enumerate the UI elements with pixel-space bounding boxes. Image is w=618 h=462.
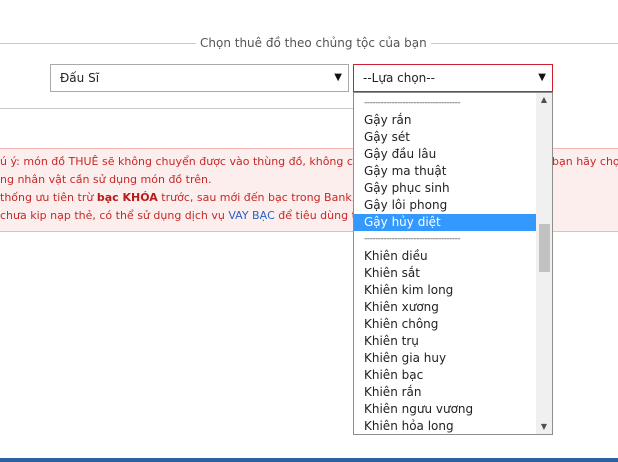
dropdown-option[interactable]: Khiên trụ bbox=[354, 333, 537, 350]
dropdown-option[interactable]: Gậy lôi phong bbox=[354, 197, 537, 214]
notice-line-1: ú ý: món đồ THUÊ sẽ không chuyển được và… bbox=[0, 154, 367, 170]
notice-line-4: chưa kip nạp thẻ, có thể sử dụng dịch vụ… bbox=[0, 208, 360, 224]
dropdown-option[interactable]: Gậy hủy diệt bbox=[354, 214, 537, 231]
notice-bold-text: bạc KHÓA bbox=[96, 191, 158, 204]
dropdown-option[interactable]: Khiên ngưu vương bbox=[354, 401, 537, 418]
dropdown-scrollbar[interactable]: ▲ ▼ bbox=[536, 93, 552, 434]
dropdown-option[interactable]: Gậy rắn bbox=[354, 112, 537, 129]
vay-bac-link[interactable]: VAY BẠC bbox=[228, 209, 274, 222]
triangle-up-icon[interactable]: ▲ bbox=[536, 93, 552, 107]
dropdown-divider: ----------------------------------- bbox=[364, 98, 461, 108]
dropdown-option[interactable]: Khiên xương bbox=[354, 299, 537, 316]
dropdown-option[interactable]: Khiên gia huy bbox=[354, 350, 537, 367]
item-select[interactable]: --Lựa chọn-- ▼ bbox=[353, 64, 553, 92]
dropdown-divider: ----------------------------------- bbox=[364, 234, 461, 244]
race-select-value: Đấu Sĩ bbox=[60, 71, 100, 85]
race-select[interactable]: Đấu Sĩ ▼ bbox=[50, 64, 349, 92]
dropdown-option[interactable]: Khiên bạc bbox=[354, 367, 537, 384]
dropdown-option[interactable]: Gậy đầu lâu bbox=[354, 146, 537, 163]
dropdown-option[interactable]: Khiên hỏa long bbox=[354, 418, 537, 434]
divider bbox=[0, 108, 360, 109]
notice-text: trước, sau mới đến bạc trong Bank. bbox=[157, 191, 356, 204]
scrollbar-thumb[interactable] bbox=[539, 224, 550, 272]
notice-text: thống ưu tiên trừ bbox=[0, 191, 97, 204]
fieldset-legend: Chọn thuê đồ theo chủng tộc của bạn bbox=[196, 36, 431, 50]
triangle-down-icon: ▼ bbox=[538, 72, 546, 83]
dropdown-option[interactable]: Gậy sét bbox=[354, 129, 537, 146]
dropdown-option[interactable]: Khiên chông bbox=[354, 316, 537, 333]
triangle-down-icon[interactable]: ▼ bbox=[536, 420, 552, 434]
notice-text: để tiêu dùng tr bbox=[274, 209, 361, 222]
dropdown-option[interactable]: Gậy ma thuật bbox=[354, 163, 537, 180]
notice-line-2: ng nhân vật cần sử dụng món đồ trên. bbox=[0, 173, 212, 186]
dropdown-option[interactable]: Khiên diều bbox=[354, 248, 537, 265]
notice-text: ú ý: món đồ THUÊ sẽ không chuyển được và… bbox=[0, 155, 367, 168]
notice-text: chưa kip nạp thẻ, có thể sử dụng dịch vụ bbox=[0, 209, 229, 222]
dropdown-option[interactable]: Gậy phục sinh bbox=[354, 180, 537, 197]
dropdown-option[interactable]: Khiên rắn bbox=[354, 384, 537, 401]
item-dropdown-list[interactable]: Khiên hỏa long Khiên ngưu vương Khiên rắn K… bbox=[353, 92, 553, 435]
notice-line-1-right: bạn hãy chọn bbox=[552, 155, 618, 168]
bottom-bar bbox=[0, 458, 618, 462]
item-select-value: --Lựa chọn-- bbox=[363, 71, 435, 85]
dropdown-option[interactable]: Khiên sắt bbox=[354, 265, 537, 282]
notice-line-3: thống ưu tiên trừ bạc KHÓA trước, sau mớ… bbox=[0, 190, 355, 206]
dropdown-option[interactable]: Khiên kim long bbox=[354, 282, 537, 299]
triangle-down-icon: ▼ bbox=[334, 72, 342, 83]
